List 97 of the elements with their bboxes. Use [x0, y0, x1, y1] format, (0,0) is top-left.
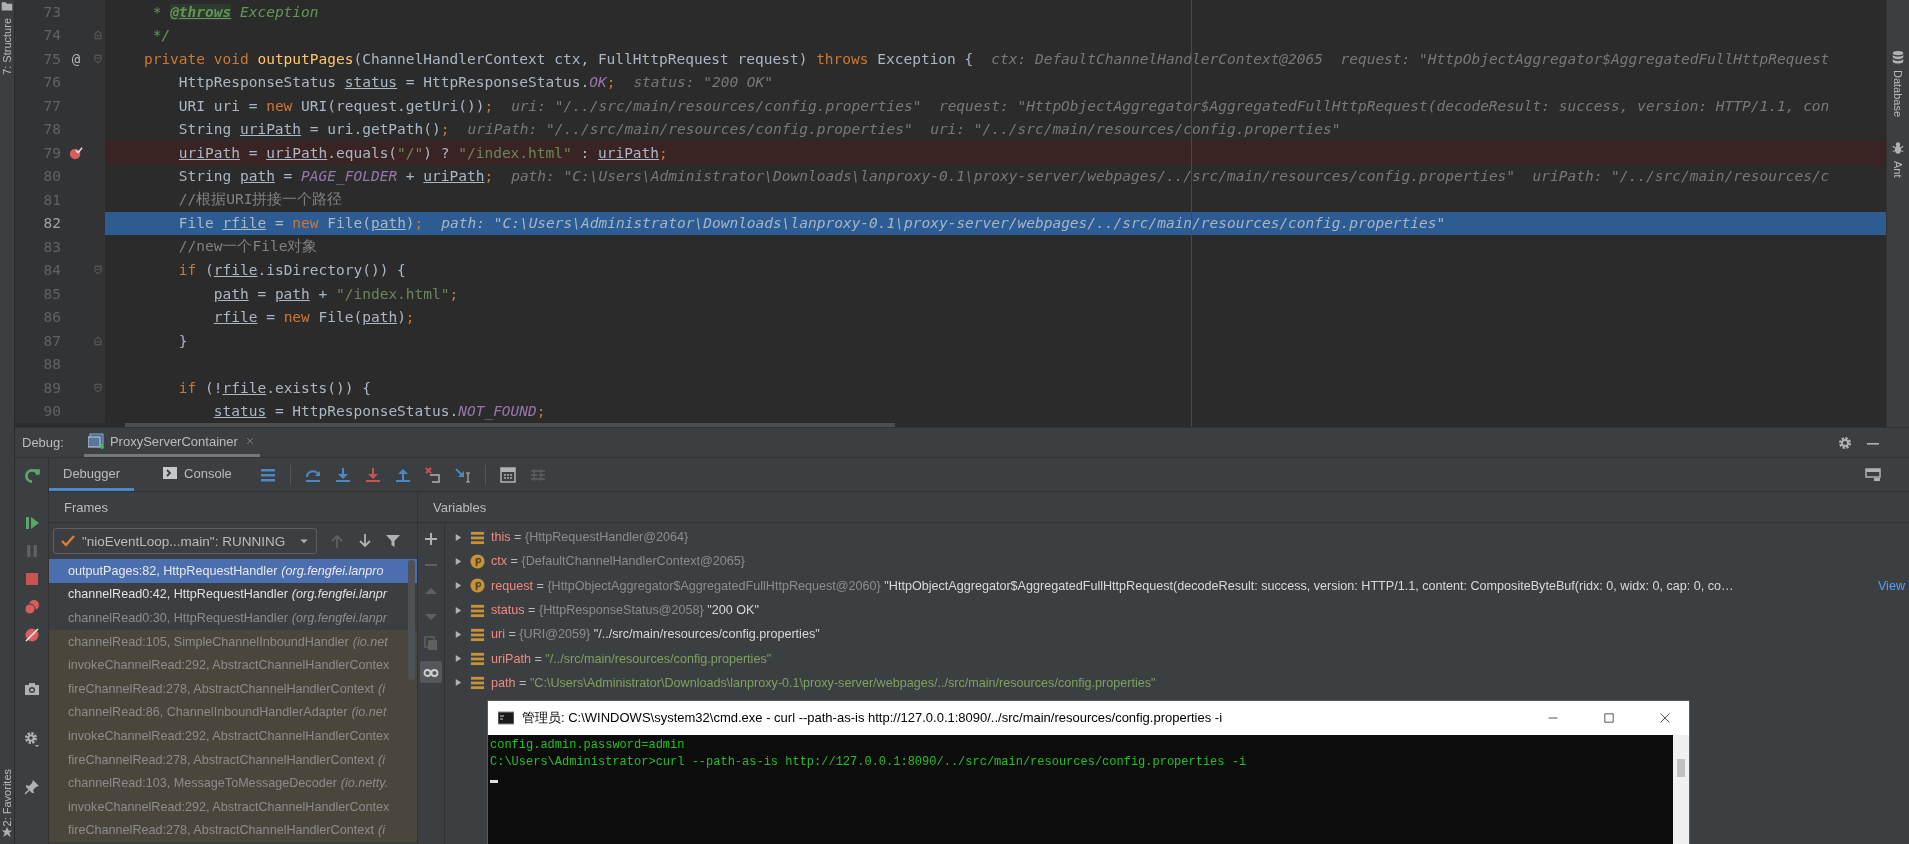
window-title: 管理员: C:\WINDOWS\system32\cmd.exe - curl --path-as-is http://127.0.0.1:8090/../src/main/resources/config.properties -i	[522, 709, 1223, 727]
text-cursor	[490, 780, 498, 783]
code-line: //根据URI拼接一个路径	[177, 190, 343, 210]
rerun-icon[interactable]	[22, 467, 41, 485]
favorites-tool-tab[interactable]: 2: Favorites	[1, 768, 13, 826]
variable-entry[interactable]: uri = {URI@2059} "/../src/main/resources/config.properties"	[491, 627, 1909, 642]
debug-label: Debug:	[22, 435, 64, 450]
inline-value-hint: uri: "/../src/main/resources/config.properties" request: "HttpObjectAggregator$AggregatedFullHttpRequest(decodeResult: success, version: HTTP/1.1, con	[511, 97, 1830, 114]
add-icon[interactable]	[423, 531, 439, 547]
field-icon	[470, 675, 485, 691]
database-tool-tab[interactable]: Database	[1892, 70, 1904, 118]
field-icon	[470, 602, 485, 618]
drop-frame-icon[interactable]	[424, 466, 441, 483]
settings-icon[interactable]	[1837, 434, 1853, 451]
code-line: //new一个File对象	[177, 237, 318, 257]
ant-icon[interactable]	[1891, 141, 1905, 156]
variable-entry[interactable]: request = {HttpObjectAggregator$AggregatedFullHttpRequest@2060} "HttpObjectAggregator$AggregatedFullHttpRequest(decodeResult: success, version: HTTP/1.1, content: CompositeByteBuf(ridx: 0, widx: 0, cap: 0, co…	[491, 578, 1872, 593]
code-line: */	[151, 27, 171, 44]
inline-value-hint: status: "200 OK"	[633, 74, 774, 91]
inline-value-hint: ctx: DefaultChannelHandlerContext@2065 request: "HttpObjectAggregator$AggregatedFullHttpRequest	[991, 50, 1830, 67]
gutter-marker[interactable]: @	[71, 50, 81, 67]
stack-frame[interactable]: fireChannelRead:278, AbstractChannelHandlerContext (i	[49, 818, 417, 843]
ant-tool-tab[interactable]: Ant	[1892, 161, 1904, 178]
pin-icon[interactable]	[23, 779, 40, 795]
terminal-icon	[498, 710, 514, 726]
stack-frame[interactable]: channelRead:105, SimpleChannelInboundHandler (io.net	[49, 629, 417, 654]
folder-icon[interactable]	[1, 0, 13, 12]
code-line: rfile = new File(path);	[212, 309, 415, 326]
breakpoint-icon[interactable]	[69, 145, 83, 160]
stop-icon[interactable]	[23, 571, 40, 587]
parameter-icon	[470, 553, 485, 569]
stack-frame[interactable]: channelRead0:30, HttpRequestHandler (org.fengfei.lanpr	[49, 606, 417, 630]
code-line: }	[177, 332, 188, 349]
window-icon	[87, 433, 104, 449]
structure-tool-tab[interactable]: 7: Structure	[1, 18, 13, 75]
variable-entry[interactable]: status = {HttpResponseStatus@2058} "200 OK"	[491, 603, 1909, 618]
inline-value-hint: path: "C:\Users\Administrator\Downloads\lanproxy-0.1\proxy-server/webpages/../src/main/resources/config.properties" uriPath: "/../src/main/resources/c	[511, 168, 1830, 185]
check-icon	[60, 533, 76, 549]
vertical-scrollbar[interactable]	[408, 560, 415, 680]
variable-entry[interactable]: ctx = {DefaultChannelHandlerContext@2065}	[491, 554, 1909, 569]
star-icon[interactable]	[1, 826, 13, 838]
run-to-cursor-icon[interactable]	[454, 466, 471, 483]
inline-value-hint: uriPath: "/../src/main/resources/config.properties" uri: "/../src/main/resources/config.properties"	[467, 121, 1341, 138]
database-icon[interactable]	[1891, 50, 1905, 64]
code-line: String uriPath = uri.getPath();	[177, 121, 450, 138]
settings-icon[interactable]	[23, 731, 40, 747]
layout-icon[interactable]	[1865, 466, 1881, 483]
down-arrow-icon[interactable]	[357, 533, 373, 549]
step-out-icon[interactable]	[394, 466, 411, 483]
breakpoints-icon[interactable]	[23, 599, 40, 615]
field-icon	[470, 626, 485, 642]
camera-icon[interactable]	[23, 681, 40, 697]
mute-breakpoints-icon[interactable]	[23, 627, 40, 643]
stack-frame[interactable]: invokeChannelRead:292, AbstractChannelHandlerContex	[49, 653, 417, 677]
vertical-scrollbar[interactable]	[1677, 759, 1685, 777]
variables-title: Variables	[433, 499, 487, 515]
parameter-icon	[470, 578, 485, 594]
terminal-line: config.admin.password=admin	[490, 737, 686, 754]
stack-frame[interactable]: invokeChannelRead:292, AbstractChannelHandlerContex	[49, 794, 417, 819]
code-line: if (rfile.isDirectory()) {	[177, 262, 406, 279]
thread-dropdown[interactable]: "nioEventLoop...main": RUNNING	[53, 528, 317, 554]
view-link[interactable]: View	[1877, 578, 1909, 593]
stack-frame[interactable]: fireChannelRead:278, AbstractChannelHandlerContext (i	[49, 676, 417, 701]
code-line: if (!rfile.exists()) {	[177, 379, 371, 396]
stack-frame[interactable]: outputPages:82, HttpRequestHandler (org.fengfei.lanpro	[49, 559, 417, 583]
code-line: path = path + "/index.html";	[212, 285, 459, 302]
variable-entry[interactable]: this = {HttpRequestHandler@2064}	[491, 530, 1909, 545]
maximize-icon[interactable]	[1603, 712, 1615, 724]
code-line: String path = PAGE_FOLDER + uriPath;	[177, 168, 494, 185]
code-line: File rfile = new File(path);	[177, 215, 424, 232]
stack-frame[interactable]: fireChannelRead:278, AbstractChannelHandlerContext (i	[49, 747, 417, 772]
menu-icon[interactable]	[259, 466, 276, 483]
field-icon	[470, 651, 485, 667]
variable-entry[interactable]: uriPath = "/../src/main/resources/config.properties"	[491, 651, 1909, 666]
code-line: uriPath = uriPath.equals("/") ? "/index.html" : uriPath;	[177, 144, 668, 161]
code-line: URI uri = new URI(request.getUri());	[177, 97, 494, 114]
code-line: status = HttpResponseStatus.NOT_FOUND;	[212, 403, 546, 420]
stack-frame[interactable]: channelRead:86, ChannelInboundHandlerAdapter (io.net	[49, 700, 417, 725]
frames-title: Frames	[64, 499, 109, 515]
line-number: 82	[42, 215, 61, 232]
step-into-icon[interactable]	[334, 466, 351, 483]
code-line: * @throws Exception	[151, 3, 319, 20]
resume-icon[interactable]	[23, 515, 40, 531]
terminal-line: C:\Users\Administrator>curl --path-as-is http://127.0.0.1:8090/../src/main/resources/config.properties -i	[490, 754, 1248, 771]
code-line: HttpResponseStatus status = HttpResponseStatus.OK;	[177, 74, 616, 91]
calculator-icon[interactable]	[499, 466, 516, 483]
code-line: private void outputPages(ChannelHandlerContext ctx, FullHttpRequest request) throws Exception {	[142, 50, 974, 67]
filter-icon[interactable]	[385, 533, 401, 549]
console-icon	[162, 465, 179, 481]
stack-frame[interactable]: invokeChannelRead:292, AbstractChannelHandlerContex	[49, 724, 417, 748]
variable-entry[interactable]: path = "C:\Users\Administrator\Downloads\lanproxy-0.1\proxy-server/webpages/../src/main/resources/config.properties"	[491, 675, 1909, 690]
panel-tab[interactable]: Console	[148, 458, 246, 491]
close-icon[interactable]	[1659, 712, 1671, 724]
force-step-into-icon[interactable]	[364, 466, 381, 483]
field-icon	[470, 529, 485, 545]
stack-frame[interactable]: channelRead:103, MessageToMessageDecoder (io.netty.	[49, 771, 417, 795]
stack-frame[interactable]: channelRead0:42, HttpRequestHandler (org.fengfei.lanpr	[49, 582, 417, 607]
